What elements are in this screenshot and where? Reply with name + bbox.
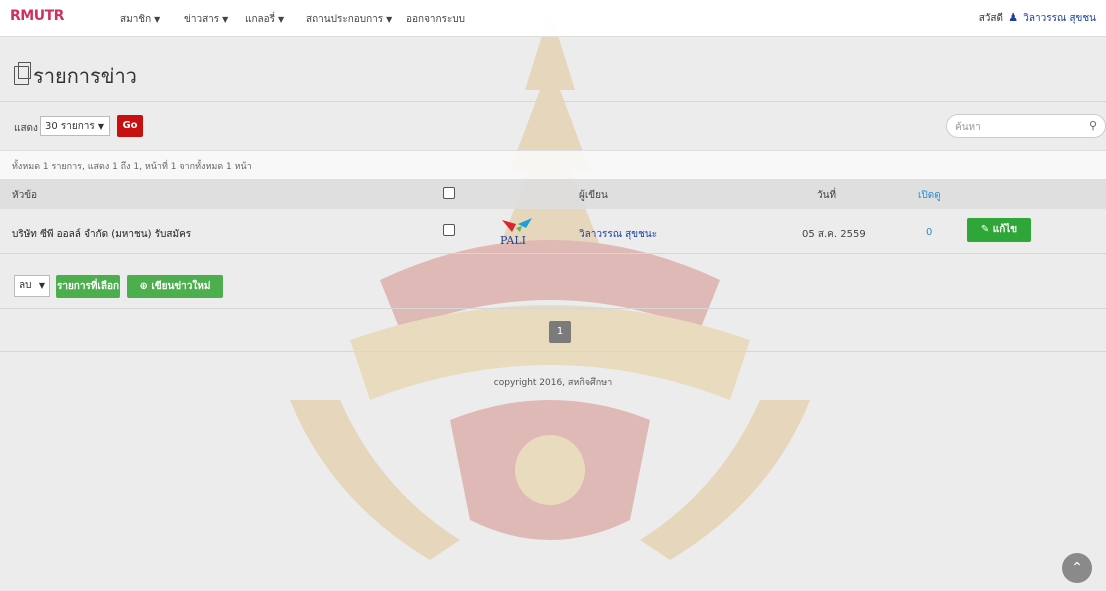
bulk-action-select[interactable]: ลบ ▼ (14, 275, 50, 297)
nav-item-companies[interactable]: สถานประกอบการ ▼ (306, 12, 392, 27)
nav-item-label: สถานประกอบการ (306, 14, 384, 25)
plus-circle-icon: ⊕ (139, 281, 148, 292)
search-icon[interactable]: ⚲ (1089, 119, 1097, 132)
header-author[interactable]: ผู้เขียน (579, 188, 608, 203)
user-name: วิลาวรรณ สุขชน (1023, 13, 1096, 24)
nav-item-label: แกลอรี่ (245, 14, 276, 25)
record-info-bar: ทั้งหมด 1 รายการ, แสดง 1 ถึง 1, หน้าที่ … (0, 150, 1106, 179)
pali-logo-text: PALI (500, 234, 526, 246)
header-title[interactable]: หัวข้อ (12, 188, 37, 203)
view-count: 0 (926, 227, 933, 238)
footer-copyright: copyright 2016, สหกิจศึกษา (493, 378, 613, 388)
header-views[interactable]: เปิดดู (918, 188, 941, 203)
nav-item-members[interactable]: สมาชิก ▼ (120, 12, 160, 27)
page-title: รายการข่าว (14, 60, 137, 92)
pencil-icon: ✎ (980, 224, 990, 235)
caret-down-icon: ▼ (38, 281, 45, 290)
apply-selected-button[interactable]: รายการที่เลือก (56, 275, 120, 298)
table-row: บริษัท ซีพี ออลล์ จำกัด (มหาชน) รับสมัคร… (0, 209, 1106, 254)
per-page-select[interactable]: 30 รายการ ▼ (40, 116, 110, 136)
per-page-value: 30 รายการ (45, 121, 95, 132)
nav-item-label: สมาชิก (120, 14, 152, 25)
caret-down-icon: ▼ (97, 122, 104, 131)
caret-down-icon: ▼ (386, 15, 393, 24)
search-placeholder: ค้นหา (955, 122, 981, 133)
new-post-label: เขียนข่าวใหม่ (151, 281, 211, 292)
show-label: แสดง (14, 123, 38, 134)
record-info-text: ทั้งหมด 1 รายการ, แสดง 1 ถึง 1, หน้าที่ … (12, 162, 252, 172)
pagination-page-button[interactable]: 1 (549, 321, 571, 343)
nav-item-news[interactable]: ข่าวสาร ▼ (184, 12, 228, 27)
top-navbar: RMUTR สมาชิก ▼ ข่าวสาร ▼ แกลอรี่ ▼ สถานประก… (0, 0, 1106, 37)
divider (0, 351, 1106, 352)
nav-item-label: ออกจากระบบ (406, 14, 466, 25)
user-icon: ♟ (1008, 11, 1019, 24)
divider (0, 308, 1106, 309)
caret-down-icon: ▼ (278, 15, 285, 24)
user-menu[interactable]: สวัสดี ♟ วิลาวรรณ สุขชน (979, 11, 1096, 26)
greeting: สวัสดี (978, 13, 1004, 24)
news-title[interactable]: บริษัท ซีพี ออลล์ จำกัด (มหาชน) รับสมัคร (12, 227, 191, 242)
author-link[interactable]: วิลาวรรณ สุขชนะ (579, 227, 657, 242)
chevron-up-icon: ⌃ (1071, 560, 1083, 576)
document-icon (14, 62, 31, 85)
select-all-checkbox[interactable] (443, 187, 455, 199)
page-title-text: รายการข่าว (33, 64, 137, 88)
pali-logo-image: PALI (500, 218, 532, 246)
divider (0, 101, 1106, 102)
new-post-button[interactable]: ⊕ เขียนข่าวใหม่ (127, 275, 223, 298)
go-button[interactable]: Go (117, 115, 143, 137)
table-header: หัวข้อ ผู้เขียน วันที่ เปิดดู (0, 179, 1106, 209)
header-date[interactable]: วันที่ (817, 188, 836, 203)
edit-button[interactable]: ✎ แก้ไข (967, 218, 1031, 242)
caret-down-icon: ▼ (222, 15, 229, 24)
nav-item-logout[interactable]: ออกจากระบบ (406, 12, 465, 27)
caret-down-icon: ▼ (154, 15, 161, 24)
row-checkbox[interactable] (443, 224, 455, 236)
nav-item-label: ข่าวสาร (184, 14, 220, 25)
university-emblem-watermark (290, 10, 810, 560)
scroll-to-top-button[interactable]: ⌃ (1062, 553, 1092, 583)
bulk-action-value: ลบ (19, 280, 32, 291)
nav-item-gallery[interactable]: แกลอรี่ ▼ (245, 12, 284, 27)
search-input[interactable]: ค้นหา ⚲ (946, 114, 1106, 138)
news-date: 05 ส.ค. 2559 (802, 229, 866, 240)
edit-label: แก้ไข (992, 224, 1018, 235)
rmutr-logo[interactable]: RMUTR (10, 8, 64, 24)
